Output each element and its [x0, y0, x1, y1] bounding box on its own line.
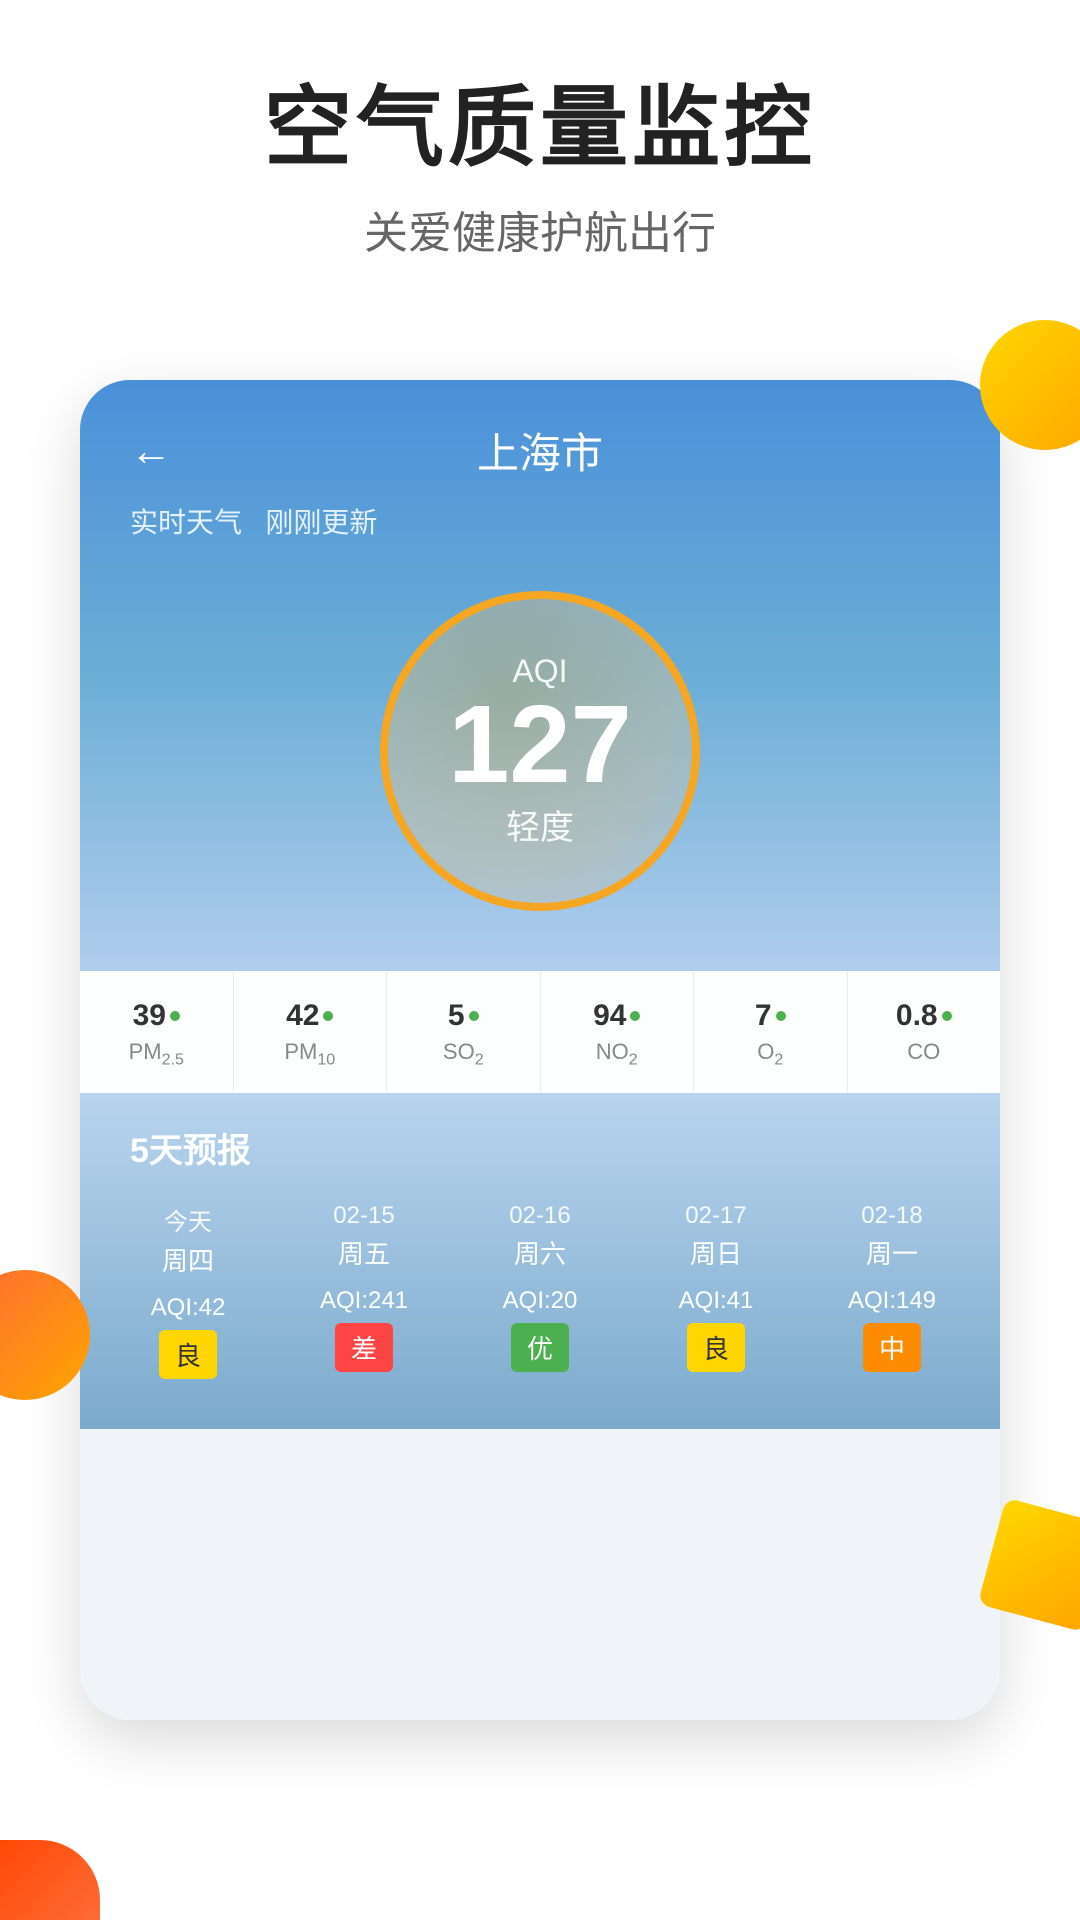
update-label: 刚刚更新: [265, 507, 377, 538]
forecast-date: 今天: [105, 1202, 271, 1237]
forecast-day: 周一: [809, 1234, 975, 1271]
forecast-aqi-text: AQI:41: [633, 1287, 799, 1315]
pollutant-value: 42: [286, 999, 319, 1033]
weather-subtitle: 实时天气 刚刚更新: [80, 501, 1000, 561]
forecast-date: 02-18: [809, 1202, 975, 1230]
aqi-value: 127: [448, 690, 632, 800]
pollutant-item: 39 PM2.5: [80, 971, 234, 1093]
pollutant-item: 0.8 CO: [848, 971, 1001, 1093]
forecast-col: 02-17 周日 AQI:41 良: [628, 1192, 804, 1389]
pollutant-value: 7: [755, 999, 772, 1033]
sub-title: 关爱健康护航出行: [60, 197, 1020, 261]
sky-section: ← 上海市 实时天气 刚刚更新 AQI 127 轻度: [80, 380, 1000, 971]
forecast-day: 周日: [633, 1234, 799, 1271]
pollutant-value: 0.8: [896, 999, 938, 1033]
pollutant-item: 42 PM10: [234, 971, 388, 1093]
forecast-aqi-text: AQI:241: [281, 1287, 447, 1315]
pollutant-name: PM2.5: [90, 1039, 223, 1069]
pollutants-section: 39PM2.542PM105SO294NO27O20.8CO: [80, 971, 1000, 1093]
pollutant-name: PM10: [244, 1039, 377, 1069]
pollutant-dot: [776, 1011, 786, 1021]
pollutant-name: SO2: [397, 1039, 530, 1069]
forecast-date: 02-16: [457, 1202, 623, 1230]
pollutant-dot: [942, 1011, 952, 1021]
header-section: 空气质量监控 关爱健康护航出行: [0, 0, 1080, 301]
forecast-badge: 良: [687, 1323, 745, 1372]
forecast-badge: 优: [511, 1323, 569, 1372]
forecast-aqi-text: AQI:42: [105, 1294, 271, 1322]
pollutant-dot: [469, 1011, 479, 1021]
pollutant-name: NO2: [551, 1039, 684, 1069]
forecast-header: 5天预报: [80, 1093, 1000, 1192]
aqi-level: 轻度: [448, 800, 632, 849]
forecast-day: 周五: [281, 1234, 447, 1271]
pollutant-name: CO: [858, 1039, 991, 1065]
city-name: 上海市: [477, 420, 603, 481]
pollutant-item: 5SO2: [387, 971, 541, 1093]
forecast-section: 5天预报 今天周四 AQI:42 良 02-15 周五 AQI:241 差 02-16 周六 AQ…: [80, 1093, 1000, 1429]
decorative-blob-bottom-left: [0, 1270, 90, 1400]
forecast-col: 今天周四 AQI:42 良: [100, 1192, 276, 1389]
top-nav: ← 上海市: [80, 380, 1000, 501]
forecast-badge: 差: [335, 1323, 393, 1372]
pollutant-name: O2: [704, 1039, 837, 1069]
pollutant-dot: [170, 1011, 180, 1021]
back-button[interactable]: ←: [130, 427, 172, 475]
forecast-badge: 良: [159, 1330, 217, 1379]
pollutant-item: 94NO2: [541, 971, 695, 1093]
forecast-aqi-text: AQI:20: [457, 1287, 623, 1315]
pollutant-dot: [630, 1011, 640, 1021]
weather-label: 实时天气: [130, 507, 242, 538]
forecast-date: 02-17: [633, 1202, 799, 1230]
pollutant-item: 7O2: [694, 971, 848, 1093]
forecast-col: 02-16 周六 AQI:20 优: [452, 1192, 628, 1389]
decorative-blob-bottom-red: [0, 1840, 100, 1920]
forecast-badge: 中: [863, 1323, 921, 1372]
pollutant-dot: [323, 1011, 333, 1021]
pollutant-value: 5: [448, 999, 465, 1033]
forecast-col: 02-18 周一 AQI:149 中: [804, 1192, 980, 1389]
forecast-table: 今天周四 AQI:42 良 02-15 周五 AQI:241 差 02-16 周六 AQI:20 优…: [80, 1192, 1000, 1429]
forecast-aqi-text: AQI:149: [809, 1287, 975, 1315]
main-title: 空气质量监控: [60, 80, 1020, 177]
aqi-circle-wrapper: AQI 127 轻度: [80, 561, 1000, 971]
aqi-circle: AQI 127 轻度: [380, 591, 700, 911]
pollutant-value: 39: [133, 999, 166, 1033]
forecast-day: 周四: [105, 1241, 271, 1278]
forecast-col: 02-15 周五 AQI:241 差: [276, 1192, 452, 1389]
pollutant-value: 94: [593, 999, 626, 1033]
forecast-date: 02-15: [281, 1202, 447, 1230]
forecast-day: 周六: [457, 1234, 623, 1271]
phone-card: ← 上海市 实时天气 刚刚更新 AQI 127 轻度 39 PM2.5 42 PM10…: [80, 380, 1000, 1720]
aqi-info: AQI 127 轻度: [448, 653, 632, 849]
